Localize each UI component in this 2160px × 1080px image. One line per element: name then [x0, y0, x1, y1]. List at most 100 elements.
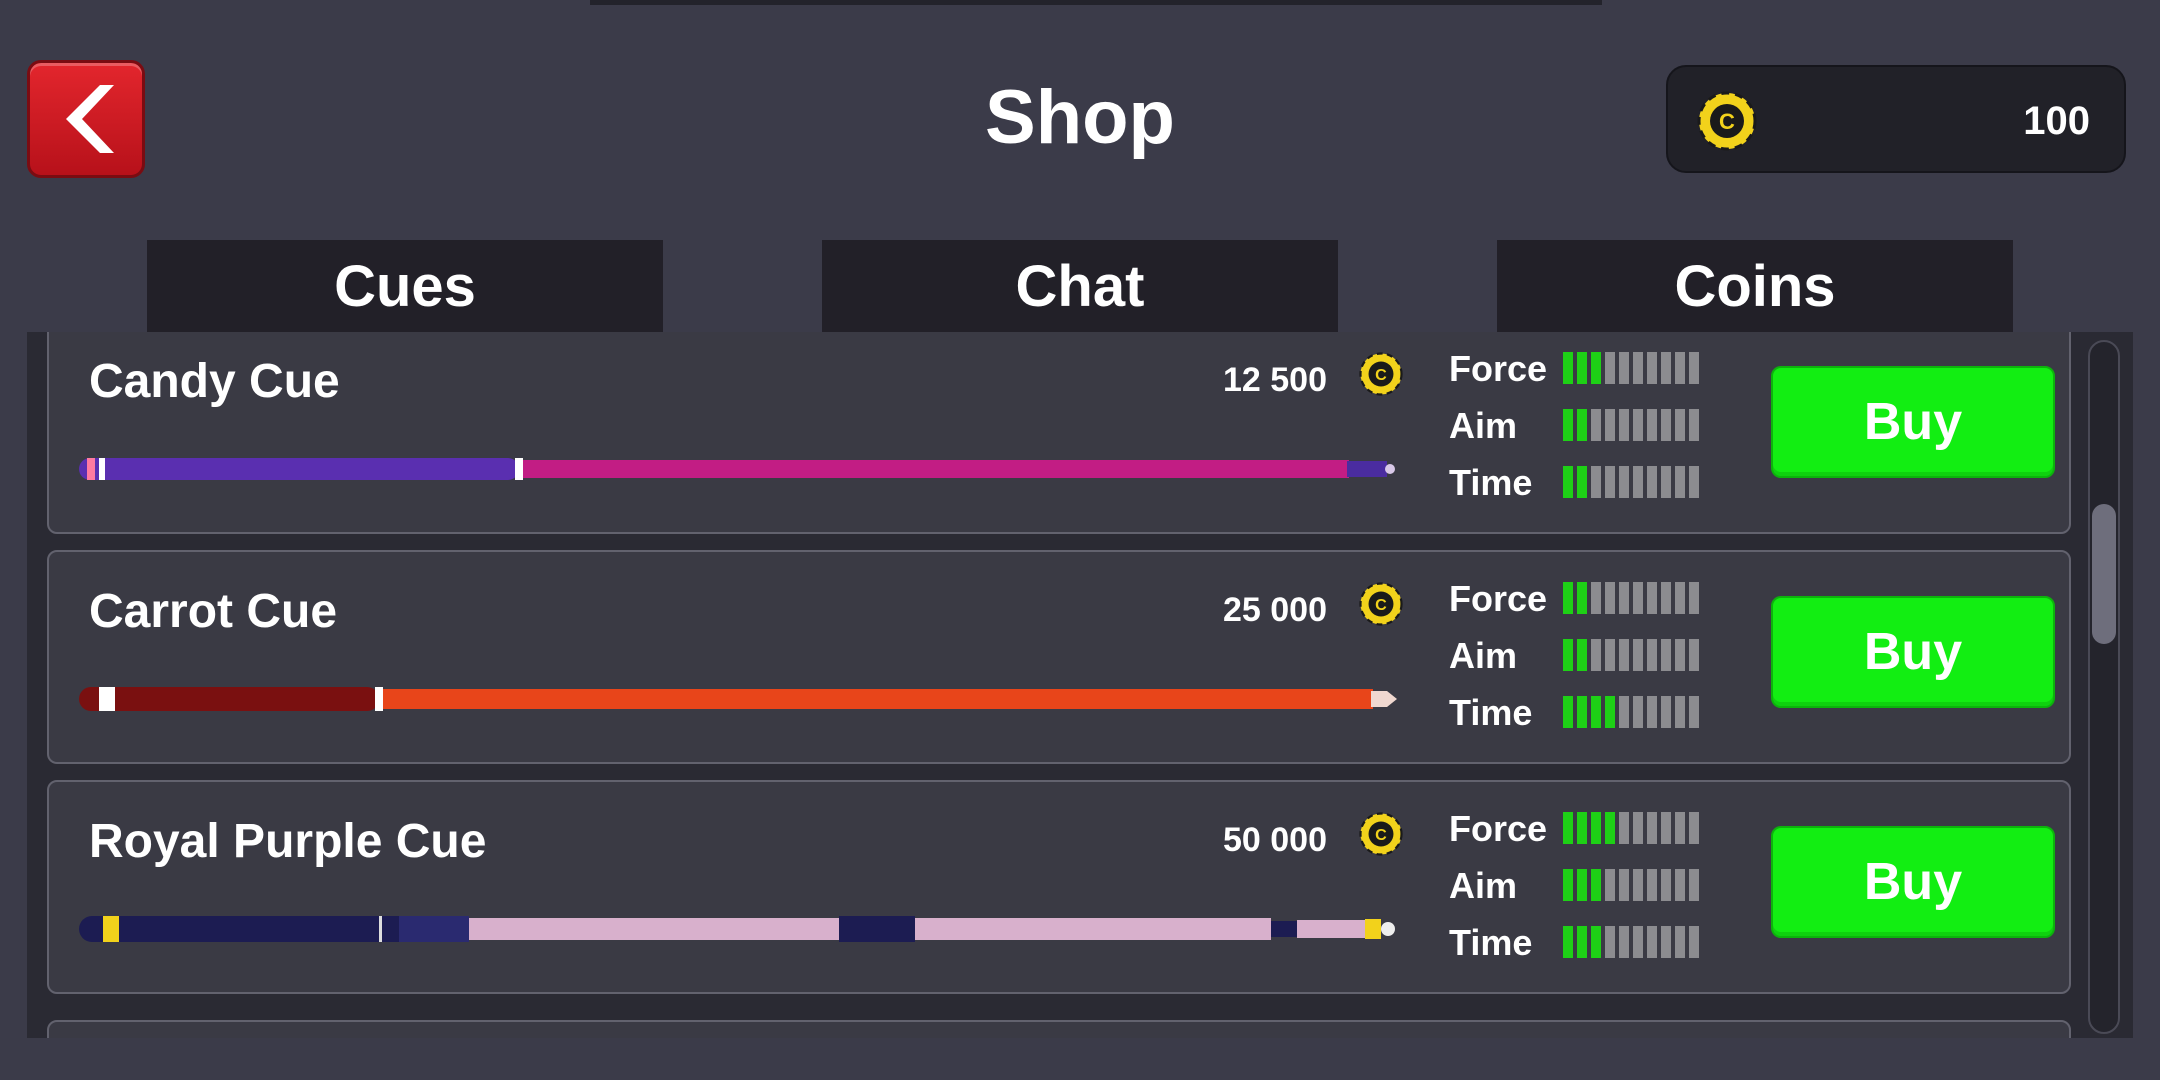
stat-segment-empty — [1689, 639, 1699, 671]
stat-segment-filled — [1591, 696, 1601, 728]
coin-icon: C — [1697, 91, 1757, 151]
buy-button[interactable]: Buy — [1771, 596, 2055, 708]
cue-name: Candy Cue — [89, 355, 340, 408]
svg-text:C: C — [1375, 826, 1387, 844]
cue-price: 50 000 — [1223, 821, 1327, 859]
page-title: Shop — [985, 75, 1175, 160]
stat-segment-empty — [1633, 869, 1643, 901]
cue-image — [79, 458, 1395, 480]
stat-segment-empty — [1591, 582, 1601, 614]
cue-card: Candy Cue 12 500 C Force Aim Time Buy — [47, 332, 2071, 534]
stat-segment-empty — [1661, 352, 1671, 384]
stat-segment-filled — [1563, 409, 1573, 441]
stat-segment-empty — [1661, 869, 1671, 901]
stat-segment-empty — [1647, 466, 1657, 498]
stat-segment-empty — [1633, 409, 1643, 441]
stat-segment-filled — [1577, 466, 1587, 498]
stat-segment-empty — [1661, 696, 1671, 728]
stat-segment-filled — [1577, 409, 1587, 441]
stat-segment-empty — [1591, 409, 1601, 441]
cue-name: Royal Purple Cue — [89, 815, 487, 868]
stat-segment-empty — [1661, 812, 1671, 844]
stat-segment-empty — [1647, 926, 1657, 958]
stat-segment-filled — [1577, 926, 1587, 958]
coin-icon: C — [1359, 812, 1403, 856]
stat-segment-filled — [1563, 582, 1573, 614]
stat-segment-empty — [1689, 926, 1699, 958]
stat-segment-empty — [1605, 869, 1615, 901]
stat-segment-empty — [1633, 582, 1643, 614]
stat-segment-empty — [1605, 639, 1615, 671]
cue-image — [79, 916, 1395, 942]
stat-segment-filled — [1577, 639, 1587, 671]
stat-segment-filled — [1605, 812, 1615, 844]
stat-segment-filled — [1563, 639, 1573, 671]
cue-card: Carrot Cue 25 000 C Force Aim Time Buy — [47, 550, 2071, 764]
coin-balance: C 100 — [1666, 65, 2126, 173]
cue-image — [79, 687, 1397, 711]
buy-button[interactable]: Buy — [1771, 366, 2055, 478]
stat-segment-filled — [1591, 812, 1601, 844]
stat-segment-empty — [1647, 696, 1657, 728]
stat-label: Time — [1449, 692, 1533, 733]
svg-text:C: C — [1375, 366, 1387, 384]
stat-segment-empty — [1619, 582, 1629, 614]
tab-chat[interactable]: Chat — [822, 240, 1338, 334]
stat-label: Aim — [1449, 405, 1518, 446]
stat-segment-empty — [1675, 812, 1685, 844]
stat-label: Time — [1449, 462, 1533, 503]
stat-segment-filled — [1591, 352, 1601, 384]
stat-label: Aim — [1449, 635, 1518, 676]
stat-segment-filled — [1591, 869, 1601, 901]
stat-segment-empty — [1661, 582, 1671, 614]
stat-segment-empty — [1605, 466, 1615, 498]
cue-name: Carrot Cue — [89, 585, 338, 638]
stat-label: Force — [1449, 578, 1548, 619]
coin-balance-value: 100 — [2023, 99, 2090, 143]
cue-card-partial — [47, 1020, 2071, 1038]
stat-segment-empty — [1591, 466, 1601, 498]
stat-segment-filled — [1563, 352, 1573, 384]
stat-segment-empty — [1661, 926, 1671, 958]
scrollbar[interactable] — [2088, 340, 2120, 1034]
stat-segment-empty — [1661, 466, 1671, 498]
stat-segment-empty — [1619, 696, 1629, 728]
stat-label: Aim — [1449, 865, 1518, 906]
buy-button[interactable]: Buy — [1771, 826, 2055, 938]
stat-label: Force — [1449, 348, 1548, 389]
chevron-left-icon — [66, 85, 114, 153]
stat-segment-empty — [1619, 812, 1629, 844]
stat-segment-empty — [1619, 639, 1629, 671]
stat-segment-empty — [1619, 869, 1629, 901]
coin-icon: C — [1359, 582, 1403, 626]
back-button[interactable] — [27, 60, 145, 178]
stat-segment-filled — [1563, 869, 1573, 901]
stat-segment-empty — [1689, 812, 1699, 844]
stat-segment-empty — [1605, 582, 1615, 614]
stat-segment-filled — [1577, 696, 1587, 728]
stat-bar — [1563, 812, 1699, 844]
stat-segment-filled — [1605, 696, 1615, 728]
cue-list[interactable]: Candy Cue 12 500 C Force Aim Time Buy Ca… — [27, 332, 2133, 1038]
stat-segment-empty — [1619, 926, 1629, 958]
stat-segment-filled — [1577, 869, 1587, 901]
stat-segment-empty — [1675, 352, 1685, 384]
stat-segment-filled — [1577, 352, 1587, 384]
stat-segment-filled — [1563, 696, 1573, 728]
stat-segment-filled — [1577, 582, 1587, 614]
stat-segment-filled — [1563, 926, 1573, 958]
svg-text:C: C — [1375, 596, 1387, 614]
stat-segment-empty — [1633, 466, 1643, 498]
stat-segment-empty — [1661, 639, 1671, 671]
tab-coins[interactable]: Coins — [1497, 240, 2013, 334]
stat-label: Time — [1449, 922, 1533, 963]
stat-segment-empty — [1633, 352, 1643, 384]
stat-bar — [1563, 869, 1699, 901]
tab-cues[interactable]: Cues — [147, 240, 663, 334]
stat-segment-empty — [1647, 639, 1657, 671]
cue-card: Royal Purple Cue 50 000 C Force Aim Time… — [47, 780, 2071, 994]
stat-segment-empty — [1619, 466, 1629, 498]
svg-text:C: C — [1719, 109, 1735, 134]
stat-segment-filled — [1563, 466, 1573, 498]
scrollbar-thumb[interactable] — [2092, 504, 2116, 644]
